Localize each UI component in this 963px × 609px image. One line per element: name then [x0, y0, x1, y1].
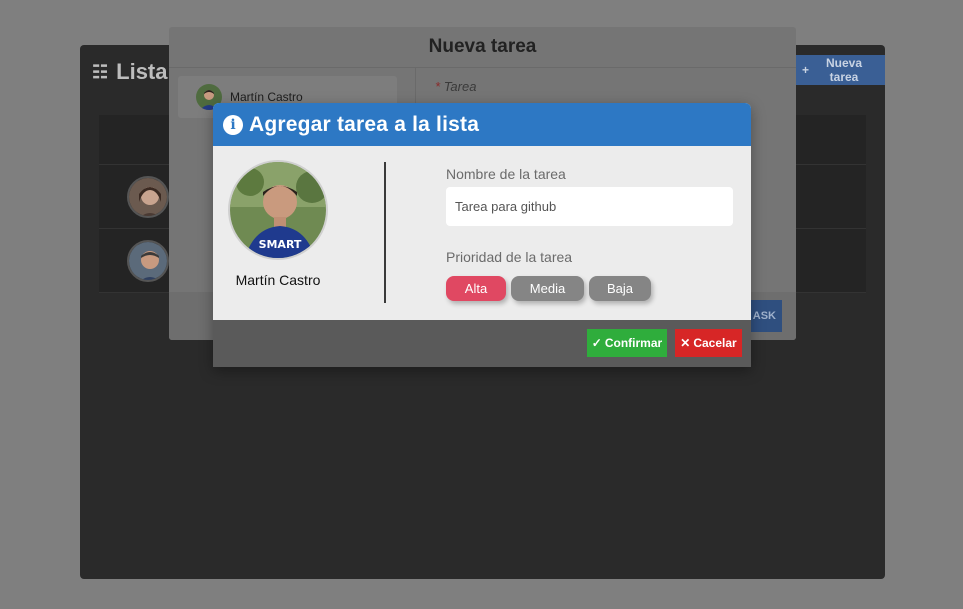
confirm-label: Confirmar [604, 336, 663, 350]
plus-icon: + [802, 63, 810, 77]
priority-alta-button[interactable]: Alta [446, 276, 506, 301]
close-icon: ✕ [680, 336, 691, 350]
task-field-label-text: Tarea [443, 79, 477, 94]
cancel-label: Cacelar [693, 336, 737, 350]
selected-user-name: Martín Castro [230, 90, 303, 104]
new-task-modal-title: Nueva tarea [169, 27, 796, 68]
svg-text:SMART: SMART [259, 238, 302, 251]
app-title-text: Lista [116, 59, 168, 84]
confirm-button[interactable]: ✓ Confirmar [587, 329, 667, 357]
new-task-button[interactable]: + Nueva tarea [792, 55, 885, 85]
task-name-label: Nombre de la tarea [446, 166, 566, 182]
add-task-button-label: ASK [752, 310, 776, 322]
task-field-label: * Tarea [435, 79, 476, 94]
add-task-dialog: i Agregar tarea a la lista SMART Martín … [213, 103, 751, 367]
priority-media-button[interactable]: Media [511, 276, 584, 301]
avatar: SMART [228, 160, 328, 260]
user-name: Martín Castro [235, 272, 321, 288]
new-task-label: Nueva tarea [825, 56, 863, 84]
check-icon: ✓ [591, 336, 602, 350]
avatar [127, 176, 169, 218]
info-icon: i [223, 114, 243, 135]
divider [384, 162, 386, 303]
app-title: ☷ Lista [92, 59, 168, 85]
task-name-input[interactable] [446, 187, 733, 226]
checklist-icon: ☷ [92, 61, 109, 82]
avatar [127, 240, 169, 282]
required-mark: * [435, 79, 441, 94]
priority-selector: Alta Media Baja [446, 276, 651, 301]
priority-baja-button[interactable]: Baja [589, 276, 651, 301]
priority-label: Prioridad de la tarea [446, 249, 573, 265]
dialog-footer: ✓ Confirmar ✕ Cacelar [213, 320, 751, 367]
dialog-body: SMART Martín Castro Nombre de la tarea P… [213, 146, 751, 320]
dialog-title: Agregar tarea a la lista [249, 112, 480, 136]
cancel-button[interactable]: ✕ Cacelar [675, 329, 742, 357]
dialog-header: i Agregar tarea a la lista [213, 103, 751, 146]
